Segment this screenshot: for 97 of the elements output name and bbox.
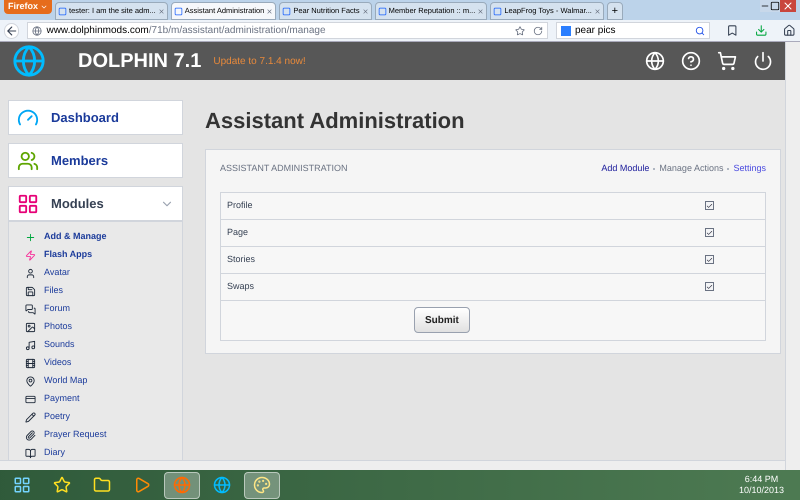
check-icon bbox=[706, 256, 713, 264]
star-icon[interactable] bbox=[514, 26, 525, 36]
download-icon[interactable] bbox=[754, 24, 768, 37]
clock-date: 10/10/2013 bbox=[738, 485, 784, 496]
submenu-link[interactable]: Videos bbox=[44, 356, 72, 370]
sidebar-section[interactable]: Members bbox=[8, 143, 183, 178]
submenu-link[interactable]: Diary bbox=[44, 446, 66, 460]
search-icon[interactable] bbox=[695, 26, 706, 36]
checkbox[interactable] bbox=[705, 255, 714, 264]
search-value: pear pics bbox=[574, 24, 617, 38]
person-icon bbox=[25, 268, 36, 278]
search-engine-icon[interactable] bbox=[560, 26, 571, 36]
close-icon[interactable] bbox=[266, 8, 274, 14]
logo-text: DOLPHIN 7.1 bbox=[78, 49, 202, 74]
close-icon[interactable] bbox=[158, 8, 165, 14]
help-icon[interactable] bbox=[681, 51, 701, 71]
page-icon bbox=[174, 6, 183, 16]
address-path: /71b/m/assistant/administration/manage bbox=[148, 24, 326, 38]
submenu-link[interactable]: World Map bbox=[44, 374, 88, 388]
star-icon bbox=[53, 476, 71, 494]
pencil-icon bbox=[25, 412, 36, 422]
music-note-icon bbox=[25, 340, 36, 350]
check-icon bbox=[706, 202, 713, 210]
chat-bubbles-icon bbox=[25, 304, 36, 314]
grid-icon bbox=[17, 192, 39, 214]
sidebar-section[interactable]: Modules bbox=[8, 186, 183, 221]
people-icon bbox=[17, 150, 39, 172]
submenu-link[interactable]: Files bbox=[44, 284, 64, 298]
taskbar-app[interactable] bbox=[164, 472, 200, 498]
palette-icon bbox=[253, 476, 271, 494]
close-icon[interactable] bbox=[780, 0, 796, 12]
address-field[interactable]: www.dolphinmods.com/71b/m/assistant/administration/manage bbox=[27, 22, 548, 39]
globe-icon bbox=[32, 26, 42, 36]
reload-icon[interactable] bbox=[532, 26, 543, 36]
submenu-link[interactable]: Sounds bbox=[44, 338, 75, 352]
row-label: Swaps bbox=[227, 280, 256, 293]
card-icon bbox=[25, 394, 36, 404]
globe-icon bbox=[173, 476, 191, 494]
section-label: Modules bbox=[51, 194, 104, 213]
checkbox[interactable] bbox=[705, 201, 714, 210]
submenu-link[interactable]: Avatar bbox=[44, 266, 70, 280]
paperclip-icon bbox=[25, 430, 36, 440]
caret-icon bbox=[40, 3, 48, 11]
book-icon bbox=[25, 448, 36, 458]
map-pin-icon bbox=[25, 376, 36, 386]
page-icon bbox=[378, 6, 387, 16]
checkbox[interactable] bbox=[705, 228, 714, 237]
section-label: Members bbox=[51, 152, 108, 170]
panel-action-link[interactable]: Settings bbox=[733, 162, 766, 176]
submenu-link[interactable]: Flash Apps bbox=[44, 248, 92, 262]
back-icon[interactable] bbox=[4, 22, 20, 38]
close-icon[interactable] bbox=[477, 8, 484, 14]
submit-button[interactable]: Submit bbox=[414, 307, 470, 333]
horizontal-scrollbar[interactable] bbox=[0, 460, 785, 470]
submenu-link[interactable]: Poetry bbox=[44, 410, 70, 424]
panel-action-link[interactable]: Manage Actions bbox=[659, 162, 724, 176]
row-label: Profile bbox=[227, 198, 254, 212]
submenu-link[interactable]: Payment bbox=[44, 392, 80, 406]
vertical-scrollbar[interactable] bbox=[785, 42, 800, 470]
submenu-link[interactable]: Forum bbox=[44, 302, 70, 316]
row-label: Page bbox=[227, 226, 250, 239]
checkbox[interactable] bbox=[705, 282, 714, 291]
home-icon[interactable] bbox=[783, 24, 796, 37]
picture-icon bbox=[25, 322, 36, 332]
submenu-link[interactable]: Photos bbox=[44, 320, 72, 334]
lightning-icon bbox=[25, 250, 36, 260]
play-icon bbox=[133, 476, 151, 494]
film-icon bbox=[25, 358, 36, 368]
minimize-icon[interactable] bbox=[760, 0, 770, 12]
sidebar-section[interactable]: Dashboard bbox=[8, 100, 183, 135]
globe-icon bbox=[213, 476, 231, 494]
bookmark-icon[interactable] bbox=[726, 24, 739, 37]
panel-action-link[interactable]: Add Module bbox=[601, 162, 650, 176]
plus-icon bbox=[25, 232, 36, 242]
power-icon[interactable] bbox=[753, 51, 773, 71]
close-icon[interactable] bbox=[362, 8, 369, 14]
submenu-link[interactable]: Add & Manage bbox=[44, 230, 107, 244]
maximize-icon[interactable] bbox=[770, 0, 780, 12]
page-title: Assistant Administration bbox=[205, 107, 466, 135]
row-label: Stories bbox=[227, 252, 256, 266]
page-icon bbox=[282, 6, 292, 16]
page-icon bbox=[493, 6, 502, 16]
close-icon[interactable] bbox=[594, 8, 601, 14]
panel-heading: ASSISTANT ADMINISTRATION bbox=[220, 162, 348, 175]
address-domain: www.dolphinmods.com bbox=[46, 24, 149, 38]
check-icon bbox=[706, 228, 713, 236]
clock-time: 6:44 PM bbox=[744, 474, 778, 485]
check-icon bbox=[706, 282, 713, 290]
new-tab-button[interactable]: + bbox=[606, 2, 623, 20]
submenu-link[interactable]: Prayer Request bbox=[44, 428, 107, 442]
folder-icon bbox=[93, 476, 111, 494]
cart-icon[interactable] bbox=[717, 51, 737, 71]
taskbar-app[interactable] bbox=[244, 472, 280, 498]
section-label: Dashboard bbox=[51, 108, 119, 127]
globe-icon[interactable] bbox=[645, 51, 665, 71]
page-icon bbox=[58, 6, 68, 16]
search-field[interactable]: pear pics bbox=[556, 22, 710, 39]
